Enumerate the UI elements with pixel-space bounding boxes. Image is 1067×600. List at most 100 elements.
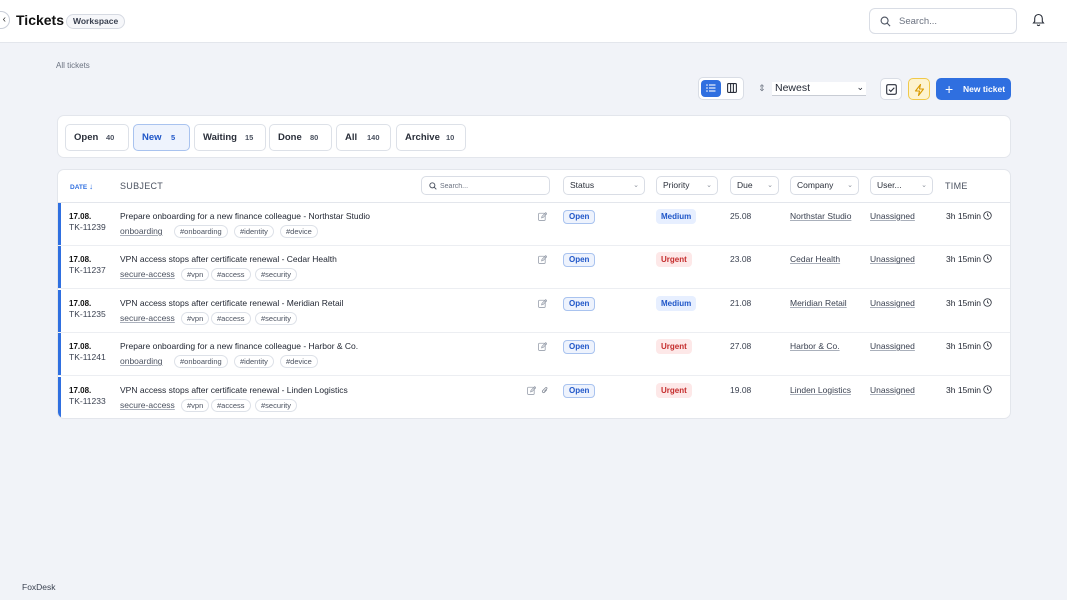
ticket-tag[interactable]: #device — [280, 225, 318, 238]
company-link[interactable]: Cedar Health — [790, 254, 840, 264]
tab-waiting[interactable]: Waiting 15 — [194, 124, 266, 151]
ticket-subject[interactable]: VPN access stops after certificate renew… — [120, 298, 343, 308]
status-badge[interactable]: Open — [563, 296, 596, 311]
ticket-id[interactable]: TK-11241 — [69, 352, 106, 362]
status-filter[interactable]: Status ⌄ — [563, 176, 645, 195]
user-filter[interactable]: User... ⌄ — [870, 176, 933, 195]
ticket-id[interactable]: TK-11237 — [69, 265, 106, 275]
tab-all[interactable]: All 140 — [336, 124, 391, 151]
ticket-tag[interactable]: #access — [211, 268, 251, 282]
ticket-id[interactable]: TK-11233 — [69, 396, 106, 406]
date-sort-header[interactable]: DATE ↓ — [70, 182, 93, 191]
company-filter[interactable]: Company ⌄ — [790, 176, 859, 195]
table-row[interactable]: 17.08. TK-11239 Prepare onboarding for a n… — [58, 203, 1010, 246]
ticket-id[interactable]: TK-11235 — [69, 309, 106, 319]
edit-icon[interactable] — [538, 298, 547, 308]
ticket-tag[interactable]: #vpn — [181, 398, 210, 412]
company-link[interactable]: Linden Logistics — [790, 385, 851, 395]
ticket-subject[interactable]: VPN access stops after certificate renew… — [120, 385, 348, 395]
footer-brand: FoxDesk — [22, 582, 56, 592]
status-badge[interactable]: Open — [563, 210, 596, 224]
edit-icon[interactable] — [538, 255, 547, 265]
priority-filter[interactable]: Priority ⌄ — [656, 176, 718, 195]
status-filter-label: Status — [570, 180, 595, 190]
paperclip-icon[interactable] — [541, 386, 549, 395]
table-row[interactable]: 17.08. TK-11235 VPN access stops after cer… — [58, 289, 1010, 333]
ticket-tag[interactable]: #access — [211, 398, 251, 412]
ticket-tag[interactable]: #onboarding — [174, 355, 228, 369]
bell-icon[interactable] — [1032, 13, 1045, 27]
edit-icon[interactable] — [538, 212, 547, 221]
ticket-id[interactable]: TK-11239 — [69, 222, 106, 232]
tab-new[interactable]: New 5 — [133, 124, 190, 151]
clock-icon[interactable] — [983, 341, 992, 350]
subject-search[interactable] — [421, 176, 550, 195]
back-button[interactable]: ‹ — [0, 11, 10, 29]
priority-badge[interactable]: Urgent — [656, 252, 692, 268]
status-badge[interactable]: Open — [563, 340, 596, 355]
ticket-category[interactable]: secure-access — [120, 313, 175, 323]
ticket-subject[interactable]: Prepare onboarding for a new finance col… — [120, 211, 370, 221]
assignee-link[interactable]: Unassigned — [870, 341, 915, 351]
priority-badge[interactable]: Medium — [656, 209, 697, 224]
row-accent-bar — [58, 333, 61, 376]
company-link[interactable]: Northstar Studio — [790, 211, 851, 221]
table-row[interactable]: 17.08. TK-11237 VPN access stops after cer… — [58, 246, 1010, 290]
ticket-subject[interactable]: Prepare onboarding for a new finance col… — [120, 341, 358, 351]
assignee-link[interactable]: Unassigned — [870, 254, 915, 264]
global-search[interactable] — [869, 8, 1017, 34]
assignee-link[interactable]: Unassigned — [870, 298, 915, 308]
ticket-tag[interactable]: #identity — [234, 225, 274, 238]
edit-icon[interactable] — [527, 385, 536, 395]
automation-button[interactable] — [908, 78, 930, 100]
due-filter[interactable]: Due ⌄ — [730, 176, 779, 195]
ticket-tag[interactable]: #access — [211, 311, 251, 325]
breadcrumb[interactable]: All tickets — [56, 61, 90, 70]
tab-archive[interactable]: Archive 10 — [396, 124, 466, 151]
ticket-tag[interactable]: #vpn — [181, 311, 210, 325]
bulk-select-button[interactable] — [880, 78, 902, 100]
status-badge[interactable]: Open — [563, 383, 596, 398]
table-row[interactable]: 17.08. TK-11233 VPN access stops after cer… — [58, 376, 1010, 418]
clock-icon[interactable] — [983, 211, 992, 220]
clock-icon[interactable] — [983, 384, 992, 394]
assignee-link[interactable]: Unassigned — [870, 385, 915, 395]
time-spent: 3h 15min — [946, 254, 981, 265]
table-row[interactable]: 17.08. TK-11241 Prepare onboarding for a n… — [58, 333, 1010, 377]
priority-badge[interactable]: Urgent — [656, 382, 692, 398]
ticket-category[interactable]: onboarding — [120, 226, 163, 236]
clock-icon[interactable] — [983, 298, 992, 307]
ticket-category[interactable]: secure-access — [120, 269, 175, 279]
ticket-tag[interactable]: #security — [255, 268, 298, 282]
edit-icon[interactable] — [538, 342, 547, 352]
priority-badge[interactable]: Medium — [656, 295, 697, 311]
tickets-table: DATE ↓ SUBJECT Status ⌄ Priority ⌄ Due ⌄… — [57, 169, 1011, 419]
company-filter-label: Company — [797, 180, 834, 190]
tab-open[interactable]: Open 40 — [65, 124, 129, 151]
status-badge[interactable]: Open — [563, 253, 596, 268]
list-view-button[interactable] — [701, 80, 721, 97]
new-ticket-button[interactable]: + New ticket — [936, 78, 1011, 100]
search-input[interactable] — [899, 14, 1009, 29]
ticket-tag[interactable]: #identity — [234, 355, 274, 369]
chevron-down-icon: ⌄ — [921, 182, 927, 189]
company-link[interactable]: Harbor & Co. — [790, 341, 840, 351]
tab-done[interactable]: Done 80 — [269, 124, 332, 151]
ticket-tag[interactable]: #security — [255, 311, 298, 325]
ticket-tag[interactable]: #security — [255, 398, 298, 412]
assignee-link[interactable]: Unassigned — [870, 211, 915, 221]
company-link[interactable]: Meridian Retail — [790, 298, 847, 308]
ticket-category[interactable]: secure-access — [120, 400, 175, 410]
subject-search-input[interactable] — [440, 180, 540, 192]
board-view-button[interactable] — [722, 80, 742, 97]
ticket-tag[interactable]: #onboarding — [174, 225, 228, 238]
tab-count: 15 — [245, 133, 254, 142]
search-icon — [429, 182, 437, 190]
ticket-tag[interactable]: #vpn — [181, 268, 210, 282]
priority-badge[interactable]: Urgent — [656, 339, 692, 355]
ticket-subject[interactable]: VPN access stops after certificate renew… — [120, 254, 337, 264]
sort-select[interactable]: Newest ⌄ — [772, 82, 866, 96]
ticket-category[interactable]: onboarding — [120, 356, 163, 366]
clock-icon[interactable] — [983, 254, 992, 264]
ticket-tag[interactable]: #device — [280, 355, 318, 369]
